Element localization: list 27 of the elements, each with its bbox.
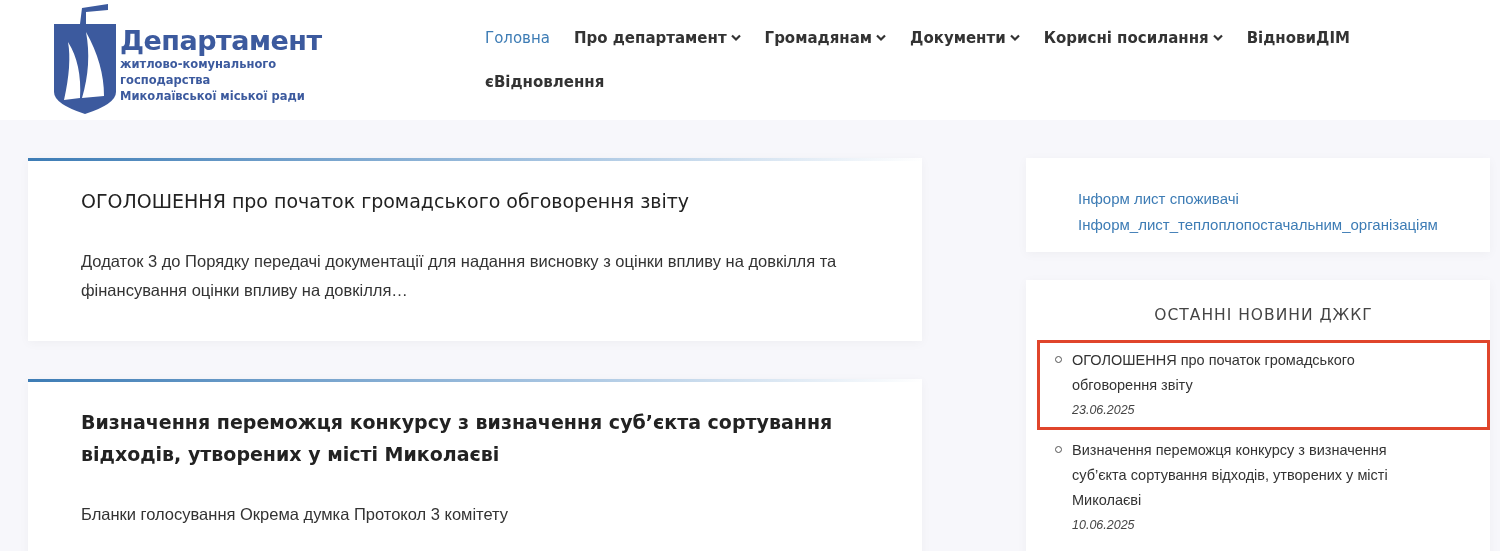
- nav-link[interactable]: єВідновлення: [485, 60, 605, 104]
- news-date: 10.06.2025: [1072, 517, 1136, 534]
- logo-title: Департамент: [120, 26, 322, 56]
- nav-link[interactable]: Головна: [485, 16, 550, 60]
- post-excerpt: Бланки голосування Окрема думка Протокол 3 комітету: [81, 504, 510, 525]
- nav-link[interactable]: ВідновиДІМ: [1246, 16, 1350, 60]
- logo-subtitle: господарства: [120, 72, 212, 88]
- news-date: 23.06.2025: [1072, 402, 1136, 419]
- chevron-down-icon: [1009, 34, 1020, 42]
- widget-title: ОСТАННІ НОВИНИ ДЖКГ: [1153, 306, 1374, 324]
- chevron-down-icon: [730, 34, 741, 42]
- news-link[interactable]: Визначення переможця конкурсу з визначення суб’єкта сортування відходів, утворених у місті Миколаєві: [1072, 438, 1427, 513]
- post-title[interactable]: Визначення переможця конкурсу з визначення суб’єкта сортування відходів, утворених у місті Миколаєві: [81, 406, 869, 470]
- chevron-down-icon: [1212, 34, 1223, 42]
- shield-logo-icon: [52, 4, 118, 114]
- logo-subtitle: житлово-комунального: [120, 56, 278, 72]
- document-link[interactable]: Інформ_лист_теплоплопостачальним_організаціям: [1078, 212, 1470, 238]
- nav-link[interactable]: Корисні посилання: [1043, 16, 1223, 60]
- document-link[interactable]: Інформ лист споживачі: [1078, 186, 1470, 212]
- chevron-down-icon: [876, 34, 887, 42]
- nav-link[interactable]: Документи: [910, 16, 1020, 60]
- nav-link[interactable]: Громадянам: [764, 16, 887, 60]
- post-excerpt: Додаток 3 до Порядку передачі документації для надання висновку з оцінки впливу на довкілля та фінансування оцінки впливу на довкілля…: [81, 251, 838, 301]
- news-link[interactable]: ОГОЛОШЕННЯ про початок громадського обговорення звіту: [1072, 348, 1427, 398]
- nav-link[interactable]: Про департамент: [573, 16, 741, 60]
- logo-subtitle: Миколаївської міської ради: [120, 88, 306, 104]
- post-title[interactable]: ОГОЛОШЕННЯ про початок громадського обговорення звіту: [81, 185, 869, 217]
